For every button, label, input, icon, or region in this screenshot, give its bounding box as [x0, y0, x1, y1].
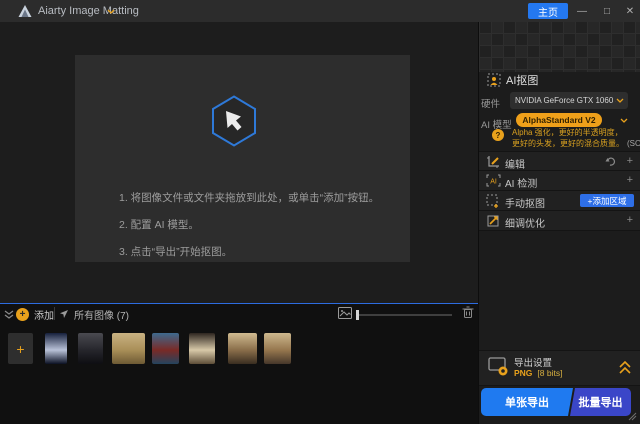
ai-detect-icon: AI [486, 174, 501, 187]
hardware-select[interactable]: NVIDIA GeForce GTX 1060 3GB [510, 92, 628, 109]
hardware-value: NVIDIA GeForce GTX 1060 3GB [515, 96, 616, 105]
ai-matting-title: AI抠图 [506, 75, 539, 87]
add-icon: + [16, 307, 29, 321]
maximize-button[interactable]: □ [597, 0, 617, 22]
close-button[interactable]: ✕ [620, 0, 640, 22]
instruction-line-3: 3. 点击“导出”开始抠图。 [119, 246, 233, 258]
svg-text:AI: AI [490, 179, 497, 186]
hardware-label: 硬件 [481, 99, 501, 110]
model-chevron-icon[interactable] [620, 118, 628, 123]
collapse-export-icon[interactable] [619, 361, 631, 374]
thumbnail[interactable] [112, 333, 145, 364]
batch-export-button[interactable]: 批量导出 [570, 388, 631, 416]
section-edit[interactable]: 编辑 + [479, 151, 640, 171]
all-images-label: 所有图像 (7) [74, 310, 129, 322]
cursor-icon [60, 310, 68, 318]
app-window: Aiarty Image Matting 主页 — □ ✕ 1. 将图像文件或文… [0, 0, 640, 424]
section-fine-tune[interactable]: 细调优化 + [479, 211, 640, 231]
export-settings-label: 导出设置 [514, 358, 553, 369]
thumbnail[interactable] [228, 333, 257, 364]
ai-matting-icon [487, 73, 501, 87]
section-manual-matting[interactable]: 手动抠图 +添加区域 [479, 191, 640, 211]
title-bar: Aiarty Image Matting 主页 — □ ✕ [0, 0, 640, 22]
hexagon-cursor-icon [212, 95, 256, 147]
thumbnail[interactable] [189, 333, 215, 364]
undo-icon[interactable] [605, 157, 616, 166]
sota-tag: (SOTA) [627, 139, 640, 148]
export-settings-panel[interactable]: 导出设置 PNG [8 bits] [479, 350, 640, 386]
bottom-panel [0, 304, 478, 424]
manual-matting-icon [486, 194, 498, 208]
edit-icon [487, 156, 499, 168]
instruction-line-2: 2. 配置 AI 模型。 [119, 219, 199, 231]
app-title: Aiarty Image Matting [38, 5, 139, 17]
single-export-button[interactable]: 单张导出 [481, 388, 573, 416]
thumbnail[interactable] [45, 333, 67, 364]
chevron-down-icon [616, 98, 624, 103]
thumbnail-size-slider[interactable] [357, 314, 452, 316]
section-ai-detect[interactable]: AI AI 检测 + [479, 171, 640, 191]
collapse-panel-icon[interactable] [4, 310, 14, 319]
export-bits-value: [8 bits] [537, 368, 563, 378]
add-region-button[interactable]: +添加区域 [580, 194, 634, 207]
delete-icon[interactable] [462, 306, 474, 319]
model-hint-line-2: 更好的头发，更好的混合质量。(SOTA) [512, 138, 640, 149]
resize-grip[interactable] [628, 412, 637, 421]
toolbar-divider [54, 307, 55, 320]
add-button-label: 添加 [34, 310, 54, 322]
slider-handle[interactable] [356, 310, 359, 320]
plus-icon[interactable]: + [627, 174, 633, 186]
instruction-line-1: 1. 将图像文件或文件夹拖放到此处，或单击“添加”按钮。 [119, 192, 380, 204]
model-hint-line-1: Alpha 强化，更好的半透明度， [512, 128, 623, 137]
home-button[interactable]: 主页 [528, 3, 568, 19]
image-size-icon [338, 307, 352, 319]
thumbnail[interactable] [78, 333, 103, 364]
plus-icon[interactable]: + [627, 155, 633, 167]
thumbnail[interactable] [264, 333, 291, 364]
minimize-button[interactable]: — [572, 0, 592, 22]
plus-icon[interactable]: + [627, 214, 633, 226]
add-image-tile[interactable]: + [8, 333, 33, 364]
preview-checkerboard [479, 22, 640, 72]
thumbnail[interactable] [152, 333, 179, 364]
help-icon[interactable]: ? [492, 129, 504, 141]
export-format-value: PNG [514, 368, 533, 378]
export-settings-icon [488, 357, 508, 376]
all-images-tab[interactable]: 所有图像 (7) [60, 306, 129, 322]
title-dropdown-icon[interactable] [107, 9, 115, 14]
app-logo-icon [18, 5, 32, 17]
export-format: PNG [8 bits] [514, 368, 562, 378]
model-select[interactable]: AlphaStandard V2 [516, 113, 602, 127]
fine-tune-icon [487, 215, 499, 227]
add-button[interactable]: + 添加 [16, 306, 54, 322]
